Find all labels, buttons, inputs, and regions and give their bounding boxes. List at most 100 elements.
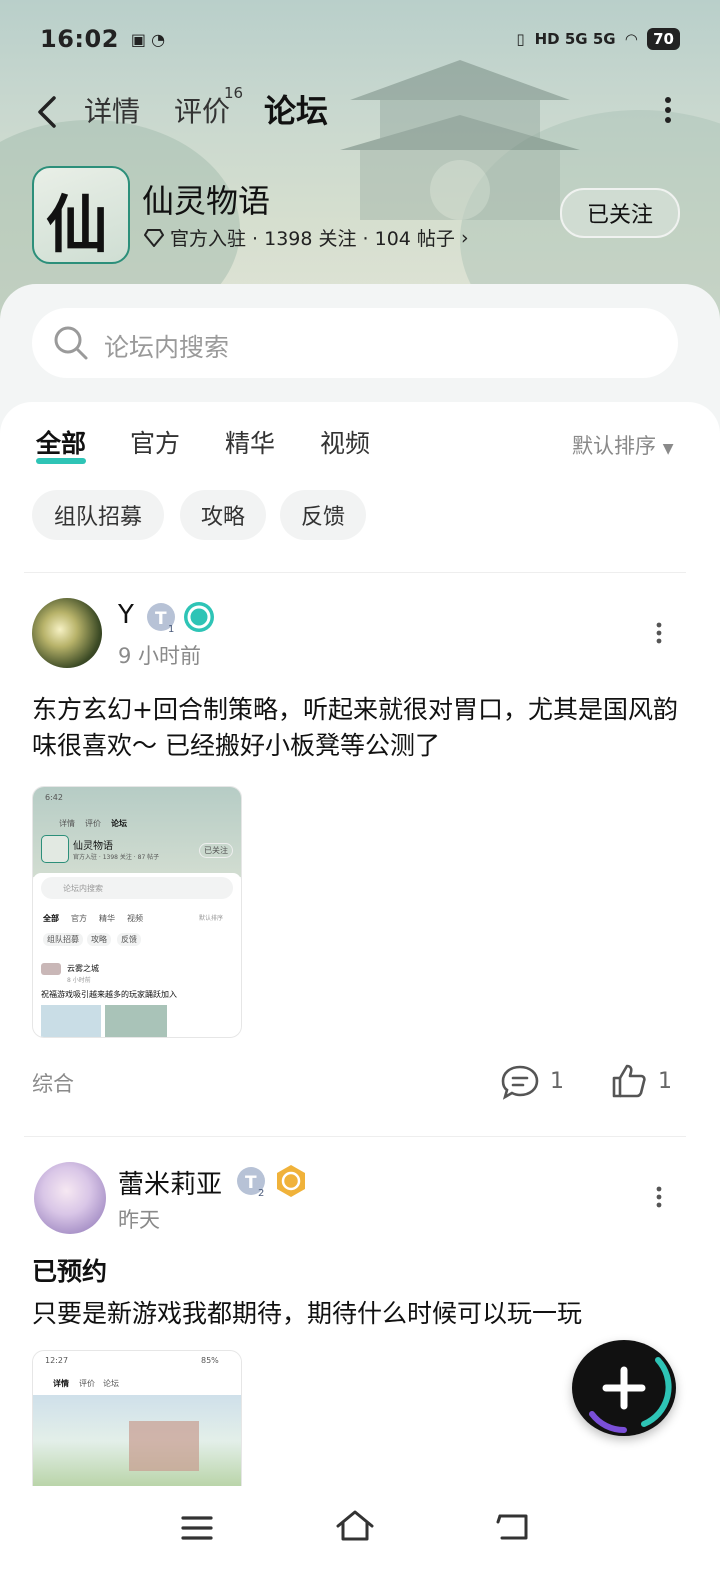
home-icon[interactable]	[334, 1508, 376, 1542]
comment-count: 1	[550, 1069, 564, 1094]
post-title[interactable]: 已预约	[32, 1254, 692, 1290]
like-count: 1	[658, 1069, 672, 1094]
thumb-game-icon	[41, 835, 69, 863]
post-image[interactable]: 6:42 详情 评价 论坛 仙灵物语 官方入驻 · 1398 关注 · 87 帖…	[32, 786, 242, 1038]
thumb-temple	[129, 1421, 199, 1471]
notification-icons: ▣ ◔	[130, 29, 166, 49]
post-time: 昨天	[118, 1208, 160, 1232]
like-icon[interactable]	[610, 1062, 648, 1100]
more-options-icon[interactable]	[664, 96, 672, 124]
filter-tab-video[interactable]: 视频	[320, 424, 370, 460]
battery-indicator: 70	[647, 28, 680, 50]
search-input[interactable]: 论坛内搜索	[32, 308, 678, 378]
top-nav: 详情 评价 16 论坛	[0, 84, 720, 140]
svg-text:1: 1	[168, 624, 174, 634]
post-username[interactable]: Y	[118, 600, 134, 630]
chevron-right-icon: ›	[460, 226, 469, 249]
game-icon[interactable]: 仙	[32, 166, 130, 264]
post-time: 9 小时前	[118, 644, 202, 668]
medal-badge-icon	[184, 602, 214, 632]
divider	[24, 572, 686, 573]
filter-tab-all[interactable]: 全部	[36, 424, 87, 464]
post-username[interactable]: 蕾米莉亚	[118, 1164, 222, 1201]
post-more-icon[interactable]	[656, 622, 662, 644]
new-post-button[interactable]	[572, 1340, 676, 1436]
thumb-banner	[33, 787, 241, 877]
sort-label: 默认排序	[572, 434, 656, 458]
thumb-tab-reviews: 评价	[85, 819, 101, 828]
thumb-post-time: 8 小时前	[67, 977, 91, 984]
thumb-battery: 85%	[201, 1356, 219, 1365]
avatar[interactable]	[34, 1162, 106, 1234]
post-body[interactable]: 东方玄幻+回合制策略，听起来就很对胃口，尤其是国风韵味很喜欢～ 已经搬好小板凳等…	[32, 692, 692, 764]
post-more-icon[interactable]	[656, 1186, 662, 1208]
status-bar: 16:02 ▣ ◔ ▯ HD 5G 5G ◠ 70	[40, 22, 680, 56]
thumb-game-name: 仙灵物语	[73, 841, 113, 852]
thumb-post-image-b	[105, 1005, 167, 1037]
filter-tab-official[interactable]: 官方	[130, 424, 180, 460]
sort-dropdown[interactable]: 默认排序 ▼	[572, 430, 673, 460]
comment-icon[interactable]	[500, 1064, 540, 1100]
game-meta-text: 官方入驻 · 1398 关注 · 104 帖子	[170, 228, 455, 250]
game-meta[interactable]: 官方入驻 · 1398 关注 · 104 帖子 ›	[144, 224, 469, 251]
wifi-icon: ◠	[625, 30, 638, 48]
vibrate-icon: ▯	[516, 30, 525, 48]
chip-feedback[interactable]: 反馈	[280, 490, 366, 540]
thumb-chip-feedback: 反馈	[117, 933, 141, 946]
back-icon[interactable]	[494, 1510, 530, 1542]
network-label: HD 5G 5G	[534, 30, 616, 48]
thumb-filter-all: 全部	[43, 914, 59, 923]
thumb-tab-details: 详情	[53, 1379, 69, 1388]
search-placeholder: 论坛内搜索	[104, 333, 230, 362]
thumb-tab-forum: 论坛	[103, 1379, 119, 1388]
post-body[interactable]: 只要是新游戏我都期待，期待什么时候可以玩一玩	[32, 1296, 692, 1332]
thumb-post-user: 云雾之城	[67, 964, 99, 973]
thumb-chip-team: 组队招募	[43, 933, 83, 946]
thumb-tab-forum: 论坛	[111, 819, 127, 828]
level-badge-icon: T 1	[147, 603, 175, 634]
thumb-sort: 默认排序	[199, 915, 224, 922]
thumb-tab-reviews: 评价	[79, 1379, 95, 1388]
caret-down-icon: ▼	[662, 441, 674, 457]
system-nav-bar	[0, 1486, 720, 1592]
post-category-tag[interactable]: 综合	[32, 1068, 74, 1098]
review-count-badge: 16	[224, 84, 244, 102]
game-icon-glyph: 仙	[46, 188, 109, 261]
thumb-chip-guide: 攻略	[87, 933, 111, 946]
tab-forum[interactable]: 论坛	[264, 86, 328, 136]
thumb-filter-official: 官方	[71, 914, 87, 923]
divider	[24, 1136, 686, 1137]
diamond-icon	[144, 228, 164, 247]
tab-reviews[interactable]: 评价	[174, 90, 230, 130]
chip-guide[interactable]: 攻略	[180, 490, 266, 540]
filter-tab-featured[interactable]: 精华	[225, 424, 275, 460]
level-badge-icon: T 2	[237, 1167, 265, 1198]
thumb-follow: 已关注	[199, 843, 233, 858]
follow-button[interactable]: 已关注	[560, 188, 680, 238]
chip-team-recruit[interactable]: 组队招募	[32, 490, 164, 540]
search-icon	[54, 326, 88, 360]
thumb-filter-video: 视频	[127, 914, 143, 923]
post-image[interactable]: 12:27 85% 详情 评价 论坛	[32, 1350, 242, 1487]
svg-text:2: 2	[258, 1188, 264, 1198]
thumb-avatar	[41, 963, 61, 975]
thumb-tab-details: 详情	[59, 819, 75, 828]
status-indicators: ▯ HD 5G 5G ◠ 70	[516, 28, 680, 50]
thumb-search-text: 论坛内搜索	[63, 884, 103, 893]
svg-text:T: T	[155, 609, 167, 629]
status-time: 16:02	[40, 25, 119, 53]
svg-text:T: T	[245, 1173, 257, 1193]
thumb-post-body: 祝福游戏吸引越来越多的玩家踊跃加入	[41, 990, 177, 999]
tab-details[interactable]: 详情	[84, 90, 140, 130]
thumb-post-image-a	[41, 1005, 101, 1037]
temple-illustration	[340, 60, 580, 220]
thumb-game-meta: 官方入驻 · 1398 关注 · 87 帖子	[73, 854, 160, 861]
thumb-time: 12:27	[45, 1356, 69, 1365]
gold-badge-icon	[277, 1165, 305, 1197]
menu-icon[interactable]	[180, 1514, 214, 1542]
avatar[interactable]	[32, 598, 102, 668]
game-title: 仙灵物语	[142, 182, 271, 220]
thumb-time: 6:42	[45, 793, 63, 802]
thumb-filter-featured: 精华	[99, 914, 115, 923]
back-arrow-icon[interactable]	[34, 94, 64, 130]
